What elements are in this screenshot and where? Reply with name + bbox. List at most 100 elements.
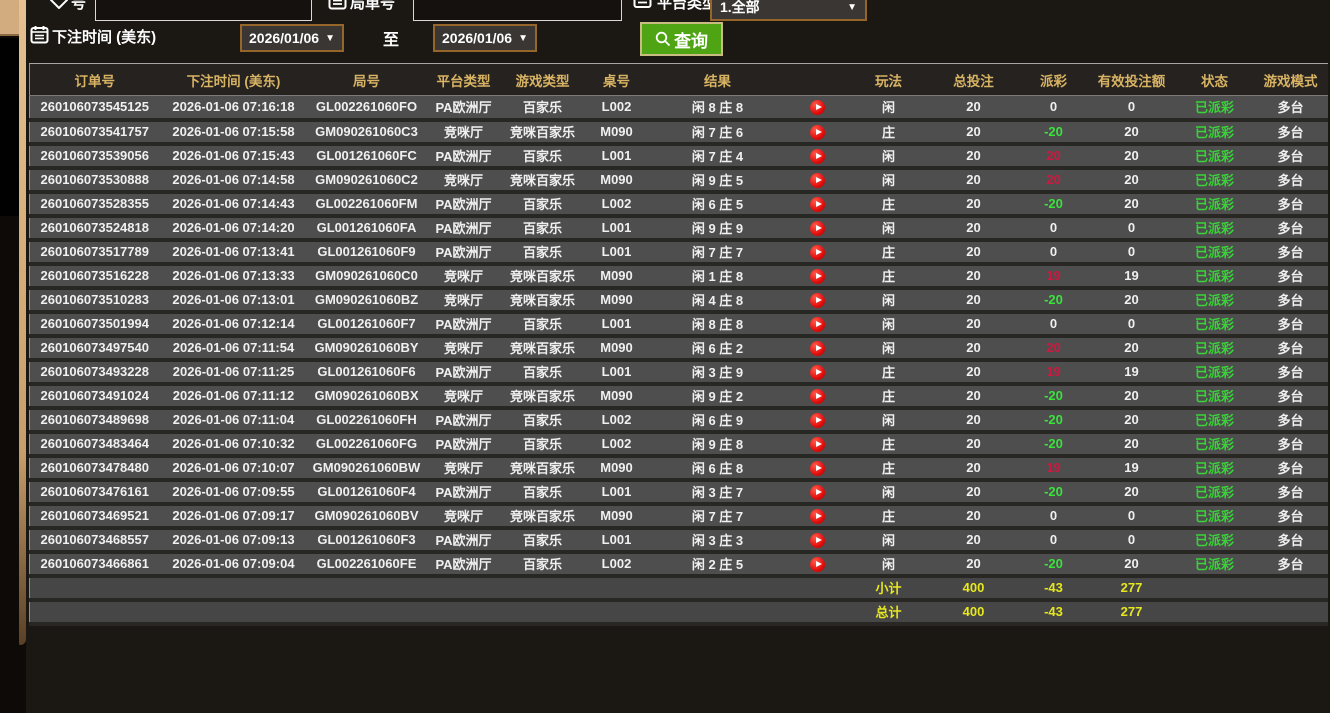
play-icon[interactable] (810, 388, 825, 404)
game-cell: 百家乐 (501, 311, 584, 338)
status-cell: 已派彩 (1175, 263, 1254, 290)
play-icon[interactable] (810, 340, 825, 356)
table-row: 260106073476161 2026-01-06 07:09:55 GL0012… (29, 479, 1328, 506)
status-cell: 已派彩 (1175, 527, 1254, 554)
status-cell: 已派彩 (1175, 95, 1254, 122)
play-cell (785, 455, 850, 482)
mode-cell: 多台 (1253, 119, 1328, 146)
order-cell: 260106073517789 (29, 239, 160, 266)
table-cell: L002 (583, 95, 650, 122)
play-cell (785, 407, 850, 434)
total-total-bet: 400 (927, 599, 1020, 626)
round-cell: GL001261060F6 (307, 359, 426, 386)
play-icon[interactable] (810, 148, 825, 164)
result-cell: 闲 7 庄 7 (649, 239, 786, 266)
search-button[interactable]: 查询 (640, 22, 723, 56)
header-result: 结果 (649, 63, 786, 96)
total-cell: 20 (927, 407, 1020, 434)
valid-cell: 20 (1087, 191, 1176, 218)
bet-cell: 闲 (849, 551, 928, 578)
round-cell: GL001261060FA (307, 215, 426, 242)
play-icon[interactable] (810, 172, 825, 188)
payout-cell: -20 (1019, 407, 1088, 434)
round-input[interactable] (413, 0, 622, 21)
platform-select[interactable]: 1.全部 ▼ (710, 0, 867, 21)
table-row: 260106073510283 2026-01-06 07:13:01 GM0902… (29, 287, 1328, 314)
play-icon[interactable] (810, 436, 825, 452)
game-cell: 竞咪百家乐 (501, 503, 584, 530)
order-cell: 260106073524818 (29, 215, 160, 242)
order-cell: 260106073497540 (29, 335, 160, 362)
time-cell: 2026-01-06 07:12:14 (159, 311, 308, 338)
play-icon[interactable] (810, 292, 825, 308)
play-icon[interactable] (810, 124, 825, 140)
status-cell: 已派彩 (1175, 503, 1254, 530)
status-cell: 已派彩 (1175, 551, 1254, 578)
payout-cell: 0 (1019, 527, 1088, 554)
platform-cell: 竞咪厅 (425, 263, 502, 290)
result-cell: 闲 9 庄 2 (649, 383, 786, 410)
mode-cell: 多台 (1253, 383, 1328, 410)
date-to-select[interactable]: 2026/01/06 ▼ (433, 24, 537, 52)
total-cell: 20 (927, 215, 1020, 242)
play-cell (785, 383, 850, 410)
date-from-select[interactable]: 2026/01/06 ▼ (240, 24, 344, 52)
play-icon[interactable] (810, 316, 825, 332)
platform-cell: 竞咪厅 (425, 167, 502, 194)
mode-cell: 多台 (1253, 215, 1328, 242)
play-icon[interactable] (810, 196, 825, 212)
total-cell: 20 (927, 119, 1020, 146)
game-cell: 竞咪百家乐 (501, 383, 584, 410)
play-icon[interactable] (810, 99, 825, 115)
play-icon[interactable] (810, 460, 825, 476)
platform-cell: 竞咪厅 (425, 335, 502, 362)
valid-cell: 20 (1087, 119, 1176, 146)
header-total-bet: 总投注 (927, 63, 1020, 96)
play-cell (785, 95, 850, 122)
account-input[interactable] (95, 0, 312, 21)
time-cell: 2026-01-06 07:15:43 (159, 143, 308, 170)
platform-cell: PA欧洲厅 (425, 191, 502, 218)
play-icon[interactable] (810, 268, 825, 284)
time-cell: 2026-01-06 07:09:13 (159, 527, 308, 554)
mode-cell: 多台 (1253, 167, 1328, 194)
game-cell: 竞咪百家乐 (501, 167, 584, 194)
table-cell: M090 (583, 263, 650, 290)
header-bet-type: 玩法 (849, 63, 928, 96)
total-cell: 20 (927, 479, 1020, 506)
payout-cell: 0 (1019, 239, 1088, 266)
play-icon[interactable] (810, 220, 825, 236)
bet-cell: 闲 (849, 215, 928, 242)
result-cell: 闲 7 庄 4 (649, 143, 786, 170)
play-icon[interactable] (810, 244, 825, 260)
header-table-no: 桌号 (583, 63, 650, 96)
game-cell: 百家乐 (501, 359, 584, 386)
header-replay (785, 63, 850, 96)
bet-records-table: 订单号 下注时间 (美东) 局号 平台类型 游戏类型 桌号 结果 玩法 总投注 … (29, 63, 1328, 626)
game-cell: 竞咪百家乐 (501, 263, 584, 290)
play-icon[interactable] (810, 556, 825, 572)
play-icon[interactable] (810, 532, 825, 548)
play-icon[interactable] (810, 364, 825, 380)
round-cell: GL001261060F7 (307, 311, 426, 338)
mode-cell: 多台 (1253, 359, 1328, 386)
play-icon[interactable] (810, 412, 825, 428)
time-cell: 2026-01-06 07:13:41 (159, 239, 308, 266)
game-cell: 竞咪百家乐 (501, 287, 584, 314)
payout-cell: 20 (1019, 335, 1088, 362)
play-cell (785, 215, 850, 242)
table-cell: M090 (583, 455, 650, 482)
date-to-value: 2026/01/06 (442, 30, 513, 46)
table-cell: L001 (583, 215, 650, 242)
platform-cell: PA欧洲厅 (425, 359, 502, 386)
valid-cell: 20 (1087, 431, 1176, 458)
payout-cell: -20 (1019, 551, 1088, 578)
play-icon[interactable] (810, 484, 825, 500)
total-cell: 20 (927, 311, 1020, 338)
calendar-icon (30, 25, 49, 44)
play-icon[interactable] (810, 508, 825, 524)
header-order: 订单号 (29, 63, 160, 96)
result-cell: 闲 6 庄 9 (649, 407, 786, 434)
valid-cell: 20 (1087, 335, 1176, 362)
table-row: 260106073478480 2026-01-06 07:10:07 GM0902… (29, 455, 1328, 482)
